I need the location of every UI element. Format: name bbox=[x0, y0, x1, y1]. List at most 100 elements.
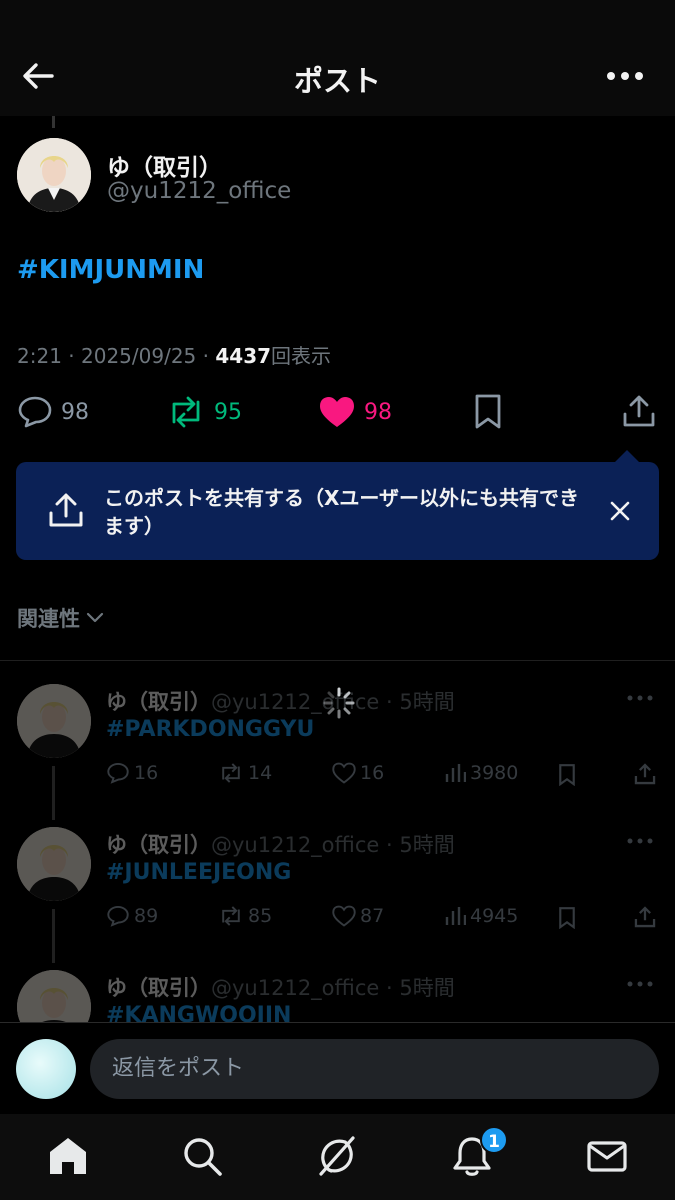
reply-hashtag[interactable]: #JUNLEEJEONG bbox=[106, 860, 291, 885]
grok-icon[interactable] bbox=[315, 1134, 359, 1178]
like-button[interactable]: 87 bbox=[332, 905, 384, 927]
thread-line bbox=[52, 909, 55, 963]
more-options-icon[interactable] bbox=[627, 694, 653, 702]
repost-button[interactable]: 14 bbox=[218, 762, 272, 784]
bar-chart-icon bbox=[445, 764, 466, 782]
reply-separator: · bbox=[379, 690, 400, 714]
reply-button[interactable]: 98 bbox=[17, 390, 89, 434]
reply-author-name[interactable]: ゆ（取引） bbox=[106, 976, 211, 1000]
home-icon[interactable] bbox=[46, 1134, 90, 1178]
repost-button[interactable]: 95 bbox=[166, 390, 242, 434]
reply-time: 5時間 bbox=[399, 976, 455, 1000]
post-time: 2:21 bbox=[17, 344, 62, 368]
meta-separator: · bbox=[196, 344, 216, 368]
bookmark-icon[interactable] bbox=[474, 394, 502, 430]
more-options-icon[interactable] bbox=[605, 62, 645, 90]
reply-separator: · bbox=[379, 976, 400, 1000]
more-options-icon[interactable] bbox=[627, 837, 653, 845]
heart-icon bbox=[332, 905, 356, 927]
sort-label: 関連性 bbox=[17, 607, 80, 631]
reply-icon bbox=[107, 762, 129, 784]
chevron-down-icon bbox=[86, 612, 104, 623]
repost-count: 95 bbox=[214, 399, 242, 425]
repost-count: 14 bbox=[248, 762, 273, 784]
reply-time: 5時間 bbox=[399, 833, 455, 857]
reply-handle[interactable]: @yu1212_office bbox=[211, 833, 379, 857]
my-avatar[interactable] bbox=[16, 1039, 76, 1099]
like-button[interactable]: 98 bbox=[318, 390, 392, 434]
repost-count: 85 bbox=[248, 905, 273, 927]
thread-line bbox=[52, 116, 55, 128]
like-count: 98 bbox=[364, 399, 392, 425]
repost-icon bbox=[172, 396, 200, 428]
reply-avatar[interactable] bbox=[17, 827, 91, 901]
reply-avatar[interactable] bbox=[17, 970, 91, 1022]
author-avatar[interactable] bbox=[17, 138, 91, 212]
mail-icon[interactable] bbox=[585, 1134, 629, 1178]
tooltip-arrow bbox=[615, 450, 639, 462]
share-icon[interactable] bbox=[634, 906, 656, 928]
views-button[interactable]: 4945 bbox=[444, 905, 518, 927]
like-button[interactable]: 16 bbox=[332, 762, 384, 784]
bookmark-icon[interactable] bbox=[558, 907, 576, 929]
reply-count: 98 bbox=[61, 399, 89, 425]
reply-handle[interactable]: @yu1212_office bbox=[211, 976, 379, 1000]
top-bar: ポスト bbox=[0, 0, 675, 116]
reply-hashtag[interactable]: #PARKDONGGYU bbox=[106, 717, 314, 742]
reply-button[interactable]: 16 bbox=[106, 762, 158, 784]
reply-author-name[interactable]: ゆ（取引） bbox=[106, 690, 211, 714]
more-options-icon[interactable] bbox=[627, 980, 653, 988]
bar-chart-icon bbox=[445, 907, 466, 925]
reply-item[interactable]: ゆ（取引）@yu1212_office · 5時間 #KANGWOOJIN bbox=[0, 970, 675, 1022]
share-icon[interactable] bbox=[622, 394, 656, 428]
views-count: 3980 bbox=[470, 762, 519, 784]
page-title: ポスト bbox=[293, 64, 381, 98]
reply-item[interactable]: ゆ（取引）@yu1212_office · 5時間 #JUNLEEJEONG 8… bbox=[0, 827, 675, 967]
reply-icon bbox=[107, 905, 129, 927]
share-icon bbox=[49, 493, 83, 527]
repost-button[interactable]: 85 bbox=[218, 905, 272, 927]
repost-icon bbox=[222, 763, 240, 783]
divider bbox=[0, 660, 675, 661]
reply-hashtag[interactable]: #KANGWOOJIN bbox=[106, 1003, 291, 1022]
close-icon[interactable] bbox=[609, 500, 631, 522]
view-count[interactable]: 4437 bbox=[215, 344, 271, 368]
post-meta: 2:21 · 2025/09/25 · 4437回表示 bbox=[17, 340, 331, 369]
like-count: 16 bbox=[360, 762, 385, 784]
reply-header: ゆ（取引）@yu1212_office · 5時間 bbox=[106, 829, 455, 859]
reply-header: ゆ（取引）@yu1212_office · 5時間 bbox=[106, 686, 455, 716]
post-date: 2025/09/25 bbox=[81, 344, 197, 368]
reply-header: ゆ（取引）@yu1212_office · 5時間 bbox=[106, 972, 455, 1002]
share-icon[interactable] bbox=[634, 763, 656, 785]
views-count: 4945 bbox=[470, 905, 519, 927]
reply-author-name[interactable]: ゆ（取引） bbox=[106, 833, 211, 857]
loading-spinner-icon bbox=[323, 687, 355, 719]
share-tooltip: このポストを共有する（Xユーザー以外にも共有できます） bbox=[16, 450, 659, 560]
sort-dropdown[interactable]: 関連性 bbox=[17, 603, 104, 633]
reply-stats: 89 85 87 4945 bbox=[106, 905, 658, 935]
reply-composer: 返信をポスト bbox=[0, 1022, 675, 1114]
author-handle[interactable]: @yu1212_office bbox=[107, 178, 291, 204]
tooltip-text: このポストを共有する（Xユーザー以外にも共有できます） bbox=[104, 486, 580, 538]
like-count: 87 bbox=[360, 905, 385, 927]
reply-time: 5時間 bbox=[399, 690, 455, 714]
reply-button[interactable]: 89 bbox=[106, 905, 158, 927]
author-name[interactable]: ゆ（取引） bbox=[107, 148, 222, 182]
reply-count: 16 bbox=[134, 762, 159, 784]
reply-avatar[interactable] bbox=[17, 684, 91, 758]
heart-filled-icon bbox=[320, 397, 354, 427]
search-icon[interactable] bbox=[180, 1134, 224, 1178]
post-actions: 98 95 98 bbox=[0, 390, 675, 434]
post-hashtag[interactable]: #KIMJUNMIN bbox=[17, 255, 204, 285]
views-button[interactable]: 3980 bbox=[444, 762, 518, 784]
reply-input[interactable]: 返信をポスト bbox=[90, 1039, 659, 1099]
reply-separator: · bbox=[379, 833, 400, 857]
view-count-label: 回表示 bbox=[271, 344, 332, 368]
notification-badge: 1 bbox=[480, 1126, 508, 1154]
bottom-nav bbox=[0, 1114, 675, 1200]
repost-icon bbox=[222, 906, 240, 926]
reply-stats: 16 14 16 3980 bbox=[106, 762, 658, 792]
meta-separator: · bbox=[61, 344, 81, 368]
heart-icon bbox=[332, 762, 356, 784]
bookmark-icon[interactable] bbox=[558, 764, 576, 786]
